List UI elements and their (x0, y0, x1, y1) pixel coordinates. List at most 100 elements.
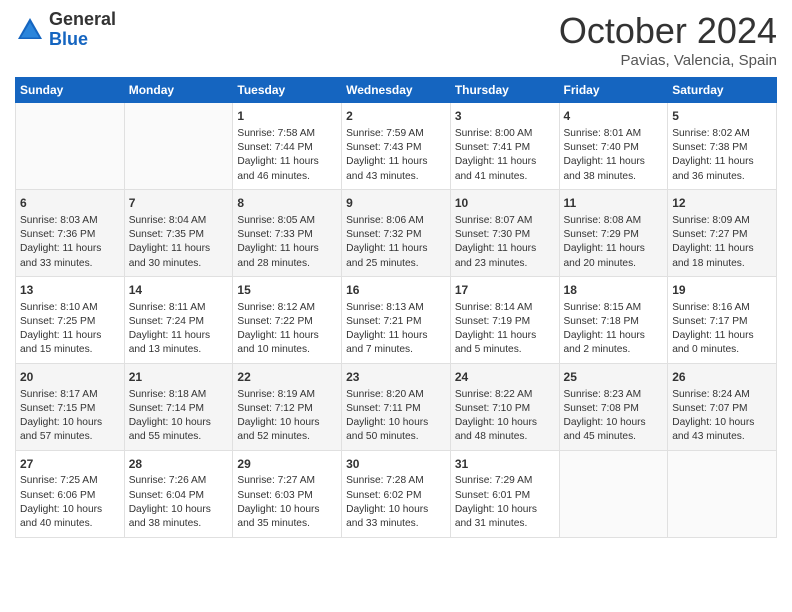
sunrise-text: Sunrise: 7:29 AM (455, 475, 533, 486)
daylight-text: Daylight: 11 hours and 25 minutes. (346, 243, 427, 268)
page-container: General Blue October 2024 Pavias, Valenc… (0, 0, 792, 612)
sunrise-text: Sunrise: 7:59 AM (346, 128, 424, 139)
calendar-week-row: 13 Sunrise: 8:10 AM Sunset: 7:25 PM Dayligh… (16, 276, 777, 363)
sunrise-text: Sunrise: 8:00 AM (455, 128, 533, 139)
table-row: 12Sunrise: 8:09 AMSunset: 7:27 PMDayligh… (668, 189, 777, 276)
table-row (668, 450, 777, 537)
day-number: 23 (346, 369, 446, 386)
sunrise-text: Sunrise: 8:16 AM (672, 302, 750, 313)
sunset-text: Sunset: 7:17 PM (672, 316, 747, 327)
sunset-text: Sunset: 7:44 PM (237, 142, 312, 153)
sunset-text: Sunset: 7:41 PM (455, 142, 530, 153)
sunrise-text: Sunrise: 8:10 AM (20, 302, 98, 313)
table-row: 26 Sunrise: 8:24 AM Sunset: 7:07 PM Dayligh… (668, 363, 777, 450)
day-number: 29 (237, 456, 337, 473)
logo-blue-text: Blue (49, 30, 116, 50)
logo: General Blue (15, 10, 116, 50)
daylight-text: Daylight: 11 hours and 13 minutes. (129, 330, 210, 355)
day-number: 30 (346, 456, 446, 473)
table-row (16, 103, 125, 190)
sunrise-text: Sunrise: 8:23 AM (564, 389, 642, 400)
day-number: 22 (237, 369, 337, 386)
sunrise-text: Sunrise: 8:24 AM (672, 389, 750, 400)
sunset-text: Sunset: 7:43 PM (346, 142, 421, 153)
table-row: 9 Sunrise: 8:06 AM Sunset: 7:32 PM Daylight… (342, 189, 451, 276)
logo-text: General Blue (49, 10, 116, 50)
table-row: 7Sunrise: 8:04 AMSunset: 7:35 PMDaylight… (124, 189, 233, 276)
day-number: 28 (129, 456, 229, 473)
sunset-text: Sunset: 7:07 PM (672, 403, 747, 414)
sunrise-text: Sunrise: 8:18 AM (129, 389, 207, 400)
day-number: 26 (672, 369, 772, 386)
sunrise-text: Sunrise: 7:26 AM (129, 475, 207, 486)
daylight-text: Daylight: 10 hours and 33 minutes. (346, 504, 428, 529)
table-row: 30Sunrise: 7:28 AMSunset: 6:02 PMDayligh… (342, 450, 451, 537)
table-row: 13Sunrise: 8:10 AMSunset: 7:25 PMDayligh… (16, 276, 125, 363)
table-row: 4Sunrise: 8:01 AMSunset: 7:40 PMDaylight… (559, 103, 668, 190)
daylight-text: Daylight: 10 hours and 50 minutes. (346, 417, 428, 442)
day-number: 17 (455, 282, 555, 299)
day-number: 24 (455, 369, 555, 386)
daylight-text: Daylight: 11 hours and 20 minutes. (564, 243, 645, 268)
sunset-text: Sunset: 6:06 PM (20, 490, 95, 501)
sunset-text: Sunset: 7:25 PM (20, 316, 95, 327)
sunset-text: Sunset: 7:15 PM (20, 403, 95, 414)
col-friday: Friday (559, 78, 668, 103)
col-wednesday: Wednesday (342, 78, 451, 103)
daylight-text: Daylight: 10 hours and 45 minutes. (564, 417, 646, 442)
sunrise-text: Sunrise: 8:06 AM (346, 215, 424, 226)
table-row: 18Sunrise: 8:15 AMSunset: 7:18 PMDayligh… (559, 276, 668, 363)
day-number: 13 (20, 282, 120, 299)
table-row: 22Sunrise: 8:19 AMSunset: 7:12 PMDayligh… (233, 363, 342, 450)
daylight-text: Daylight: 11 hours and 41 minutes. (455, 156, 536, 181)
sunrise-text: Sunrise: 8:20 AM (346, 389, 424, 400)
sunset-text: Sunset: 7:08 PM (564, 403, 639, 414)
sunset-text: Sunset: 6:02 PM (346, 490, 421, 501)
sunset-text: Sunset: 7:11 PM (346, 403, 421, 414)
day-number: 7 (129, 195, 229, 212)
header: General Blue October 2024 Pavias, Valenc… (15, 10, 777, 69)
table-row: 11Sunrise: 8:08 AMSunset: 7:29 PMDayligh… (559, 189, 668, 276)
day-number: 15 (237, 282, 337, 299)
sunset-text: Sunset: 6:03 PM (237, 490, 312, 501)
table-row: 25Sunrise: 8:23 AMSunset: 7:08 PMDayligh… (559, 363, 668, 450)
sunset-text: Sunset: 7:35 PM (129, 229, 204, 240)
logo-icon (15, 15, 45, 45)
month-title: October 2024 (559, 10, 777, 52)
table-row: 5Sunrise: 8:02 AMSunset: 7:38 PMDaylight… (668, 103, 777, 190)
location-title: Pavias, Valencia, Spain (559, 52, 777, 69)
sunset-text: Sunset: 7:19 PM (455, 316, 530, 327)
daylight-text: Daylight: 10 hours and 38 minutes. (129, 504, 211, 529)
table-row: 29Sunrise: 7:27 AMSunset: 6:03 PMDayligh… (233, 450, 342, 537)
sunrise-text: Sunrise: 7:58 AM (237, 128, 315, 139)
daylight-text: Daylight: 11 hours and 30 minutes. (129, 243, 210, 268)
daylight-text: Daylight: 11 hours and 5 minutes. (455, 330, 536, 355)
day-number: 6 (20, 195, 120, 212)
sunset-text: Sunset: 7:10 PM (455, 403, 530, 414)
table-row: 19Sunrise: 8:16 AMSunset: 7:17 PMDayligh… (668, 276, 777, 363)
daylight-text: Daylight: 11 hours and 2 minutes. (564, 330, 645, 355)
day-number: 20 (20, 369, 120, 386)
table-row: 16Sunrise: 8:13 AMSunset: 7:21 PMDayligh… (342, 276, 451, 363)
table-row: 6Sunrise: 8:03 AMSunset: 7:36 PMDaylight… (16, 189, 125, 276)
daylight-text: Daylight: 10 hours and 43 minutes. (672, 417, 754, 442)
day-number: 18 (564, 282, 664, 299)
daylight-text: Daylight: 11 hours and 46 minutes. (237, 156, 318, 181)
day-number: 11 (564, 195, 664, 212)
sunrise-text: Sunrise: 8:03 AM (20, 215, 98, 226)
day-number: 31 (455, 456, 555, 473)
table-row: 23 Sunrise: 8:20 AM Sunset: 7:11 PM Dayligh… (342, 363, 451, 450)
sunset-text: Sunset: 7:24 PM (129, 316, 204, 327)
sunrise-text: Sunrise: 8:22 AM (455, 389, 533, 400)
table-row: 21Sunrise: 8:18 AMSunset: 7:14 PMDayligh… (124, 363, 233, 450)
sunrise-text: Sunrise: 8:17 AM (20, 389, 98, 400)
table-row: 15Sunrise: 8:12 AMSunset: 7:22 PMDayligh… (233, 276, 342, 363)
logo-general-text: General (49, 10, 116, 30)
day-number: 9 (346, 195, 446, 212)
sunrise-text: Sunrise: 8:02 AM (672, 128, 750, 139)
sunset-text: Sunset: 7:32 PM (346, 229, 421, 240)
sunset-text: Sunset: 7:21 PM (346, 316, 421, 327)
table-row: 28Sunrise: 7:26 AMSunset: 6:04 PMDayligh… (124, 450, 233, 537)
daylight-text: Daylight: 11 hours and 0 minutes. (672, 330, 753, 355)
table-row: 17Sunrise: 8:14 AMSunset: 7:19 PMDayligh… (450, 276, 559, 363)
